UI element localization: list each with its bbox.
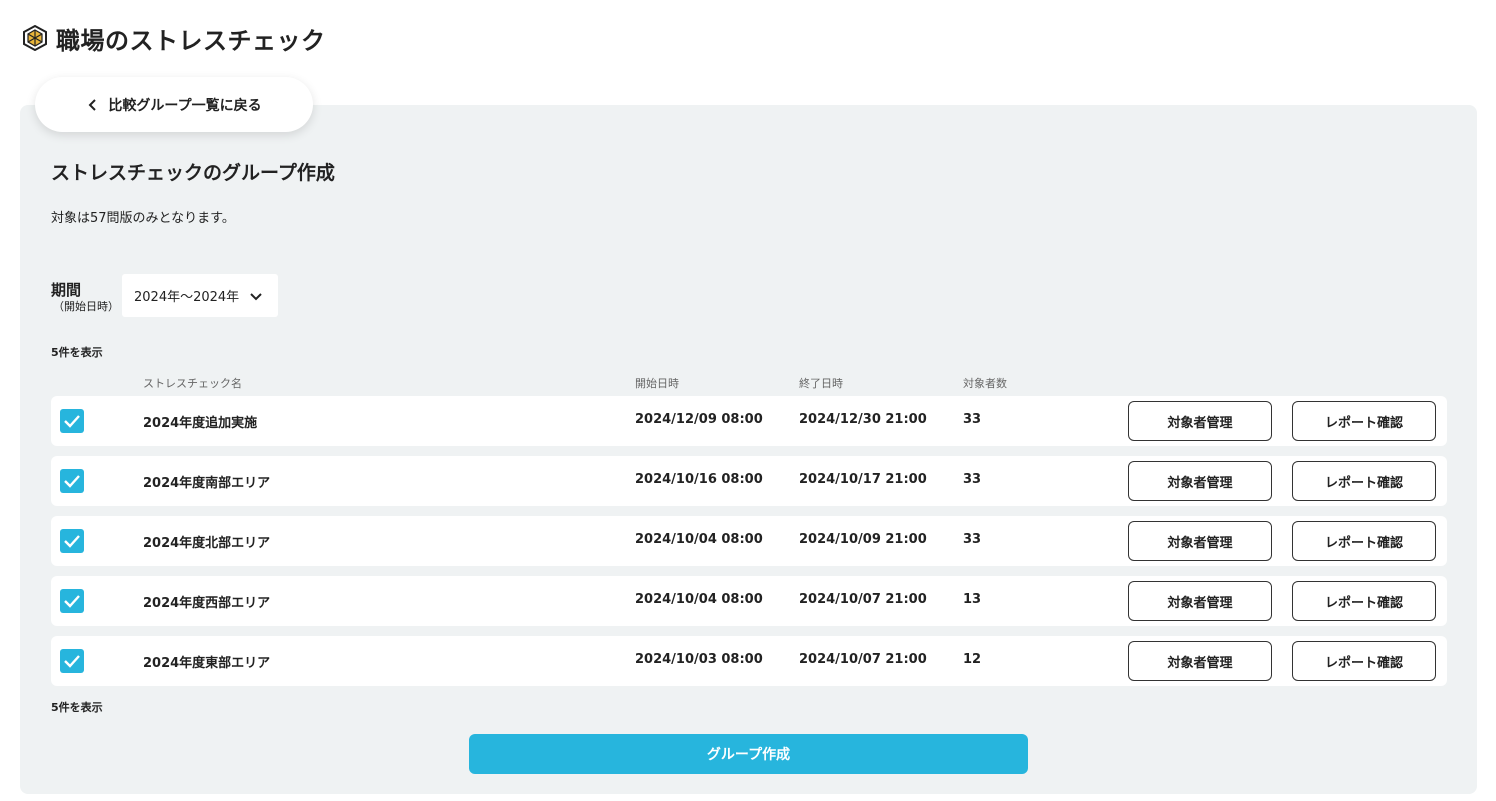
row-checkbox[interactable] bbox=[60, 409, 84, 433]
row-checkbox[interactable] bbox=[60, 469, 84, 493]
page-title: ストレスチェックのグループ作成 bbox=[51, 162, 335, 184]
manage-targets-button[interactable]: 対象者管理 bbox=[1128, 521, 1272, 561]
row-start: 2024/10/16 08:00 bbox=[635, 472, 763, 487]
check-icon bbox=[64, 535, 80, 548]
manage-targets-button[interactable]: 対象者管理 bbox=[1128, 401, 1272, 441]
row-start: 2024/10/03 08:00 bbox=[635, 652, 763, 667]
column-header-targets: 対象者数 bbox=[963, 377, 1007, 390]
row-name: 2024年度西部エリア bbox=[143, 596, 271, 611]
view-report-button[interactable]: レポート確認 bbox=[1292, 401, 1436, 441]
row-end: 2024/10/07 21:00 bbox=[799, 652, 927, 667]
create-group-button[interactable]: グループ作成 bbox=[469, 734, 1028, 774]
row-end: 2024/10/17 21:00 bbox=[799, 472, 927, 487]
result-count-bottom: 5件を表示 bbox=[51, 701, 103, 714]
row-end: 2024/10/09 21:00 bbox=[799, 532, 927, 547]
table-row: 2024年度東部エリア 2024/10/03 08:00 2024/10/07 … bbox=[51, 636, 1447, 686]
back-button-label: 比較グループ一覧に戻る bbox=[108, 97, 262, 114]
row-checkbox[interactable] bbox=[60, 529, 84, 553]
manage-targets-button[interactable]: 対象者管理 bbox=[1128, 641, 1272, 681]
manage-targets-button[interactable]: 対象者管理 bbox=[1128, 581, 1272, 621]
chevron-down-icon bbox=[250, 293, 262, 301]
manage-targets-button[interactable]: 対象者管理 bbox=[1128, 461, 1272, 501]
check-icon bbox=[64, 415, 80, 428]
period-select[interactable]: 2024年〜2024年 bbox=[122, 274, 278, 317]
column-header-start: 開始日時 bbox=[635, 377, 679, 390]
row-targets: 33 bbox=[963, 412, 982, 427]
row-checkbox[interactable] bbox=[60, 649, 84, 673]
view-report-button[interactable]: レポート確認 bbox=[1292, 581, 1436, 621]
version-note: 対象は57問版のみとなります。 bbox=[51, 211, 235, 226]
column-header-end: 終了日時 bbox=[799, 377, 843, 390]
row-checkbox[interactable] bbox=[60, 589, 84, 613]
view-report-button[interactable]: レポート確認 bbox=[1292, 461, 1436, 501]
row-targets: 33 bbox=[963, 472, 982, 487]
result-count-top: 5件を表示 bbox=[51, 346, 103, 359]
row-start: 2024/12/09 08:00 bbox=[635, 412, 763, 427]
table-row: 2024年度西部エリア 2024/10/04 08:00 2024/10/07 … bbox=[51, 576, 1447, 626]
row-name: 2024年度東部エリア bbox=[143, 656, 271, 671]
app-header: 職場のストレスチェック bbox=[22, 20, 326, 56]
row-name: 2024年度追加実施 bbox=[143, 416, 258, 431]
chevron-left-icon bbox=[88, 98, 97, 111]
row-targets: 13 bbox=[963, 592, 982, 607]
row-start: 2024/10/04 08:00 bbox=[635, 532, 763, 547]
table-row: 2024年度南部エリア 2024/10/16 08:00 2024/10/17 … bbox=[51, 456, 1447, 506]
check-icon bbox=[64, 655, 80, 668]
row-targets: 33 bbox=[963, 532, 982, 547]
row-start: 2024/10/04 08:00 bbox=[635, 592, 763, 607]
table-row: 2024年度北部エリア 2024/10/04 08:00 2024/10/09 … bbox=[51, 516, 1447, 566]
table-row: 2024年度追加実施 2024/12/09 08:00 2024/12/30 2… bbox=[51, 396, 1447, 446]
view-report-button[interactable]: レポート確認 bbox=[1292, 641, 1436, 681]
row-targets: 12 bbox=[963, 652, 982, 667]
column-header-name: ストレスチェック名 bbox=[143, 377, 242, 390]
row-name: 2024年度南部エリア bbox=[143, 476, 271, 491]
period-label: 期間 bbox=[51, 281, 82, 299]
view-report-button[interactable]: レポート確認 bbox=[1292, 521, 1436, 561]
back-to-group-list-button[interactable]: 比較グループ一覧に戻る bbox=[35, 77, 313, 132]
row-name: 2024年度北部エリア bbox=[143, 536, 271, 551]
check-icon bbox=[64, 595, 80, 608]
check-icon bbox=[64, 475, 80, 488]
hexagon-logo-icon bbox=[23, 25, 47, 51]
row-end: 2024/12/30 21:00 bbox=[799, 412, 927, 427]
row-end: 2024/10/07 21:00 bbox=[799, 592, 927, 607]
app-title: 職場のストレスチェック bbox=[56, 26, 326, 55]
period-selected-value: 2024年〜2024年 bbox=[134, 290, 240, 305]
main-panel bbox=[20, 105, 1477, 794]
period-sublabel: （開始日時） bbox=[53, 300, 119, 313]
